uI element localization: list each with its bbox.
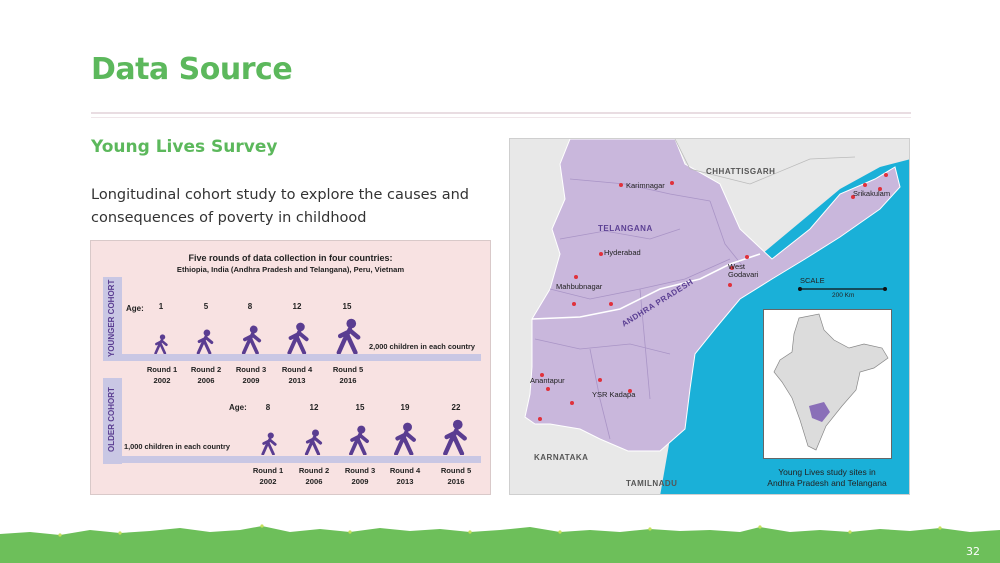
- title-divider-thin: [91, 117, 911, 118]
- younger-round-3: Round 3 2009: [228, 364, 274, 386]
- round-year: 2002: [153, 376, 171, 385]
- round-year: 2013: [396, 477, 414, 486]
- label-telangana: TELANGANA: [598, 224, 653, 233]
- round-name: Round 4: [281, 365, 313, 374]
- label-karnataka: KARNATAKA: [534, 453, 589, 462]
- younger-cohort-label: YOUNGER COHORT: [107, 279, 116, 357]
- child-figure-icon: [394, 422, 416, 455]
- round-name: Round 3: [344, 466, 376, 475]
- younger-age-3: 8: [247, 302, 253, 311]
- younger-age-2: 5: [203, 302, 209, 311]
- round-name: Round 1: [146, 365, 178, 374]
- scale-value: 200 Km: [832, 292, 855, 299]
- section-subtitle: Young Lives Survey: [91, 137, 278, 157]
- child-figure-icon: [241, 325, 262, 354]
- round-year: 2002: [259, 477, 277, 486]
- child-figure-icon: [196, 329, 214, 354]
- label-tamilnadu: TAMILNADU: [626, 479, 678, 488]
- younger-age-1: 1: [158, 302, 164, 311]
- older-round-4: Round 4 2013: [382, 465, 428, 487]
- cohort-infographic: Five rounds of data collection in four c…: [90, 240, 491, 495]
- child-figure-icon: [443, 419, 467, 455]
- page-number: 32: [966, 545, 980, 558]
- child-figure-icon: [349, 425, 369, 455]
- older-cohort-note: 1,000 children in each country: [124, 442, 230, 451]
- india-outline: [764, 310, 891, 458]
- round-name: Round 5: [440, 466, 472, 475]
- round-name: Round 1: [252, 466, 284, 475]
- round-name: Round 3: [235, 365, 267, 374]
- round-name: Round 4: [389, 466, 421, 475]
- older-age-4: 19: [400, 403, 410, 412]
- older-age-1: 8: [265, 403, 271, 412]
- label-hyderabad: Hyderabad: [604, 248, 641, 257]
- younger-age-label: Age:: [126, 304, 144, 313]
- younger-round-4: Round 4 2013: [274, 364, 320, 386]
- child-figure-icon: [287, 322, 309, 354]
- infographic-heading: Five rounds of data collection in four c…: [188, 253, 393, 263]
- older-cohort-baseline: [103, 456, 481, 463]
- older-round-3: Round 3 2009: [337, 465, 383, 487]
- child-figure-icon: [304, 429, 323, 455]
- child-figure-icon: [261, 432, 277, 455]
- title-divider: [91, 112, 911, 114]
- scale-label: SCALE: [800, 276, 825, 285]
- round-name: Round 2: [190, 365, 222, 374]
- label-ysr-kadapa: YSR Kadapa: [592, 390, 636, 399]
- older-age-label: Age:: [229, 403, 247, 412]
- round-year: 2016: [447, 477, 465, 486]
- label-mahbubnagar: Mahbubnagar: [556, 282, 603, 291]
- label-srikakulam: Srikakulam: [853, 189, 891, 198]
- younger-cohort-note: 2,000 children in each country: [369, 342, 475, 351]
- younger-age-5: 15: [342, 302, 352, 311]
- label-west-godavari-line2: Godavari: [728, 270, 759, 279]
- round-year: 2009: [242, 376, 260, 385]
- round-name: Round 2: [298, 466, 330, 475]
- footer-grass-band: [0, 524, 1000, 563]
- child-figure-icon: [154, 334, 168, 354]
- round-name: Round 5: [332, 365, 364, 374]
- label-west-godavari: West Godavari: [728, 263, 758, 279]
- label-karimnagar: Karimnagar: [626, 181, 665, 190]
- map-caption: Young Lives study sites in Andhra Prades…: [742, 467, 909, 489]
- younger-round-1: Round 1 2002: [139, 364, 185, 386]
- older-round-2: Round 2 2006: [291, 465, 337, 487]
- infographic-subheading: Ethiopia, India (Andhra Pradesh and Tela…: [176, 265, 405, 274]
- label-chhattisgarh: CHHATTISGARH: [706, 167, 776, 176]
- round-year: 2009: [351, 477, 369, 486]
- child-figure-icon: [336, 318, 361, 354]
- older-age-5: 22: [451, 403, 461, 412]
- older-cohort-label: OLDER COHORT: [107, 387, 116, 452]
- older-age-3: 15: [355, 403, 365, 412]
- label-anantapur: Anantapur: [530, 376, 565, 385]
- round-year: 2006: [197, 376, 215, 385]
- india-inset-map: [763, 309, 892, 459]
- older-round-5: Round 5 2016: [433, 465, 479, 487]
- younger-age-4: 12: [292, 302, 302, 311]
- younger-cohort-baseline: [103, 354, 481, 361]
- older-round-1: Round 1 2002: [245, 465, 291, 487]
- younger-round-2: Round 2 2006: [183, 364, 229, 386]
- map-caption-line1: Young Lives study sites in: [778, 467, 876, 477]
- older-age-2: 12: [309, 403, 319, 412]
- round-year: 2013: [288, 376, 306, 385]
- younger-round-5: Round 5 2016: [325, 364, 371, 386]
- round-year: 2016: [339, 376, 357, 385]
- round-year: 2006: [305, 477, 323, 486]
- map-caption-line2: Andhra Pradesh and Telangana: [767, 478, 887, 488]
- slide-title: Data Source: [91, 52, 293, 87]
- study-sites-map: CHHATTISGARH TELANGANA ANDHRA PRADESH KA…: [509, 138, 910, 495]
- description-text: Longitudinal cohort study to explore the…: [91, 187, 469, 226]
